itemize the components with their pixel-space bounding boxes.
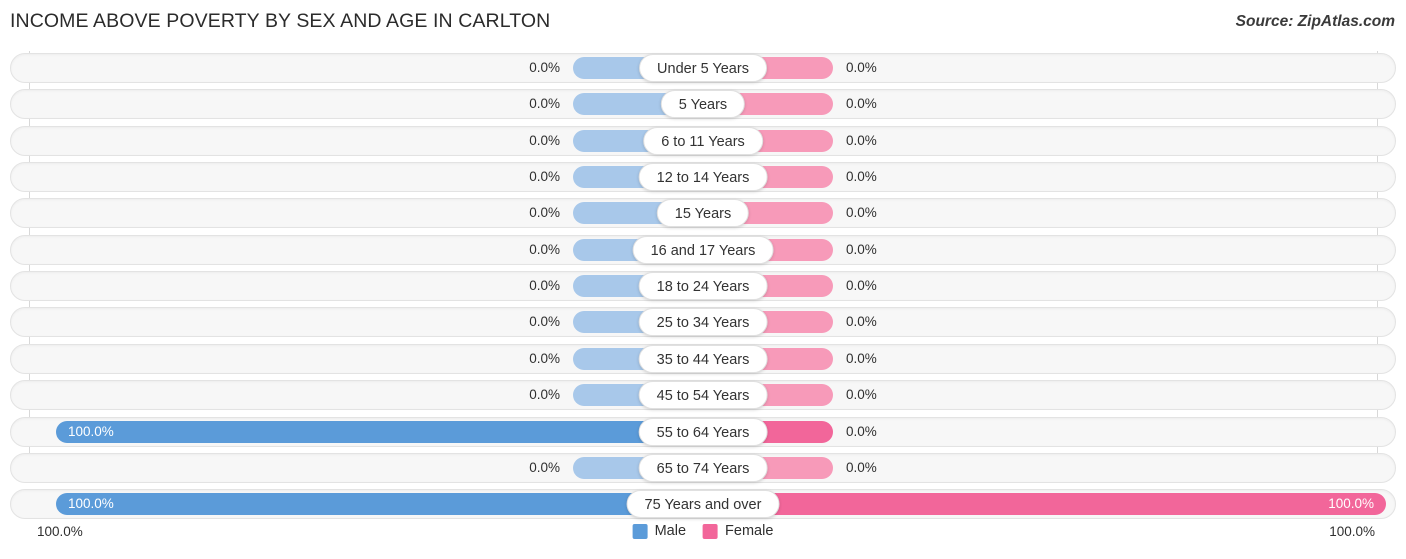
value-label-female: 100.0% <box>1328 496 1374 512</box>
value-label-male: 0.0% <box>529 387 560 403</box>
value-label-male: 0.0% <box>529 169 560 185</box>
value-label-female: 0.0% <box>846 387 877 403</box>
value-label-male: 0.0% <box>529 60 560 75</box>
chart-footer: 100.0% 100.0% Male Female <box>0 521 1406 553</box>
chart-page: INCOME ABOVE POVERTY BY SEX AND AGE IN C… <box>0 0 1406 559</box>
table-row: 0.0% 0.0% 35 to 44 Years <box>10 343 1396 374</box>
chart-plot-area: 0.0% 0.0% Under 5 Years 0.0% 0.0% 5 Years 0.0%… <box>0 51 1406 521</box>
table-row: 100.0% 100.0% 75 Years and over <box>10 489 1396 520</box>
axis-end-label-right: 100.0% <box>1329 524 1375 539</box>
value-label-male: 0.0% <box>529 278 560 294</box>
category-label-pill: 35 to 44 Years <box>638 344 768 373</box>
value-label-male: 0.0% <box>529 205 560 221</box>
value-label-female: 0.0% <box>846 423 877 439</box>
value-label-female: 0.0% <box>846 169 877 185</box>
category-label-pill: 65 to 74 Years <box>638 453 768 482</box>
category-label-pill: 12 to 14 Years <box>638 163 768 192</box>
category-label-pill: Under 5 Years <box>639 54 767 82</box>
table-row: 0.0% 0.0% 6 to 11 Years <box>10 125 1396 156</box>
table-row: 0.0% 0.0% 5 Years <box>10 89 1396 120</box>
category-label-pill: 6 to 11 Years <box>643 126 763 155</box>
table-row: 0.0% 0.0% Under 5 Years <box>10 53 1396 83</box>
legend-label-female: Female <box>725 523 774 539</box>
table-row: 0.0% 0.0% 15 Years <box>10 198 1396 229</box>
value-label-male: 0.0% <box>529 96 560 112</box>
category-label-pill: 16 and 17 Years <box>632 235 774 264</box>
category-label-pill: 25 to 34 Years <box>638 308 768 337</box>
value-label-male: 100.0% <box>68 496 114 512</box>
legend-item-male[interactable]: Male <box>632 523 687 539</box>
legend-swatch-male <box>632 523 648 539</box>
table-row: 0.0% 0.0% 65 to 74 Years <box>10 452 1396 483</box>
value-label-male: 0.0% <box>529 241 560 257</box>
value-label-female: 0.0% <box>846 459 877 475</box>
value-label-male: 0.0% <box>529 132 560 148</box>
axis-end-label-left: 100.0% <box>37 524 83 539</box>
table-row: 0.0% 0.0% 25 to 34 Years <box>10 307 1396 338</box>
value-label-male: 0.0% <box>529 314 560 330</box>
table-row: 0.0% 0.0% 18 to 24 Years <box>10 271 1396 302</box>
category-label-pill: 15 Years <box>656 199 750 228</box>
bar-male: 100.0% <box>56 420 713 443</box>
value-label-female: 0.0% <box>846 96 877 112</box>
category-label-pill: 55 to 64 Years <box>638 417 768 446</box>
value-label-female: 0.0% <box>846 205 877 221</box>
chart-legend: Male Female <box>632 523 773 539</box>
value-label-female: 0.0% <box>846 350 877 366</box>
bar-male: 100.0% <box>56 493 713 516</box>
value-label-female: 0.0% <box>846 60 877 75</box>
value-label-male: 100.0% <box>68 423 114 439</box>
value-label-female: 0.0% <box>846 132 877 148</box>
category-label-pill: 5 Years <box>660 90 746 119</box>
legend-swatch-female <box>703 523 719 539</box>
legend-label-male: Male <box>654 523 687 539</box>
value-label-female: 0.0% <box>846 241 877 257</box>
category-label-pill: 18 to 24 Years <box>638 272 768 301</box>
value-label-female: 0.0% <box>846 278 877 294</box>
category-label-pill: 75 Years and over <box>626 490 780 519</box>
value-label-male: 0.0% <box>529 459 560 475</box>
value-label-male: 0.0% <box>529 350 560 366</box>
table-row: 100.0% 0.0% 55 to 64 Years <box>10 416 1396 447</box>
table-row: 0.0% 0.0% 45 to 54 Years <box>10 380 1396 411</box>
category-label-pill: 45 to 54 Years <box>638 381 768 410</box>
table-row: 0.0% 0.0% 12 to 14 Years <box>10 162 1396 193</box>
table-row: 0.0% 0.0% 16 and 17 Years <box>10 234 1396 265</box>
bar-female: 100.0% <box>693 493 1386 516</box>
legend-item-female[interactable]: Female <box>703 523 773 539</box>
source-attribution: Source: ZipAtlas.com <box>1235 13 1395 30</box>
page-title: INCOME ABOVE POVERTY BY SEX AND AGE IN C… <box>10 10 551 32</box>
value-label-female: 0.0% <box>846 314 877 330</box>
